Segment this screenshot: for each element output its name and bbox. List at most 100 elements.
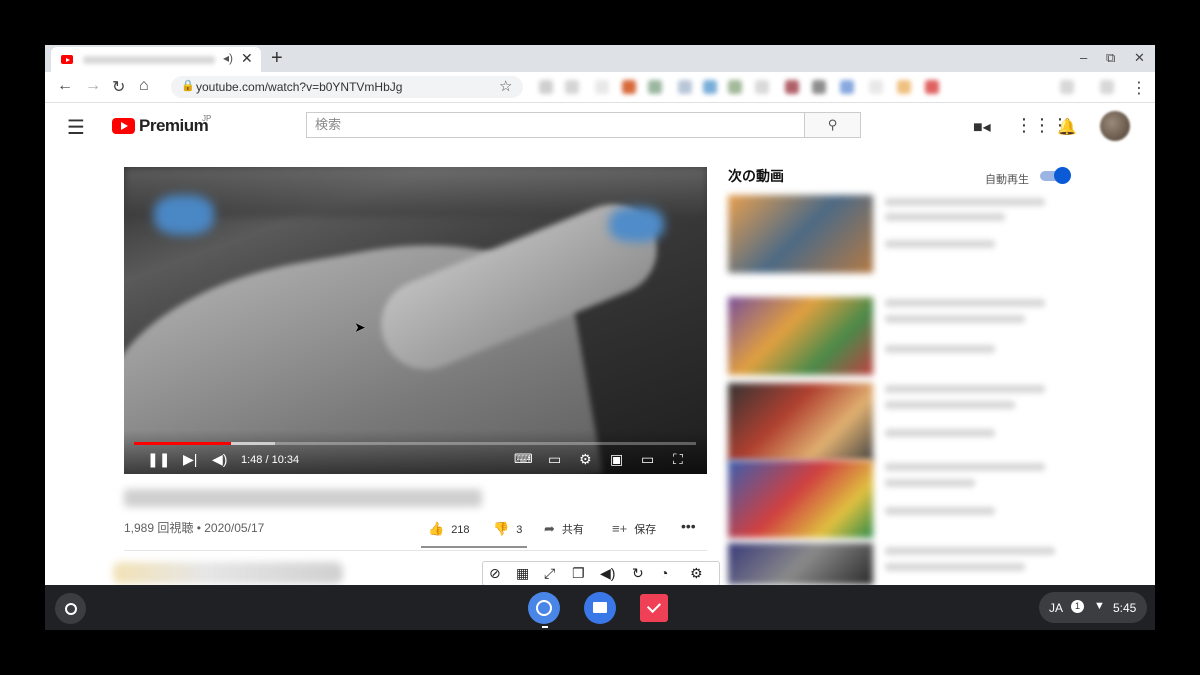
like-button[interactable]: 👍 218 — [428, 521, 470, 537]
film-icon[interactable]: ▦ — [516, 565, 529, 582]
extension-icon[interactable] — [703, 80, 717, 94]
video-title-blurred[interactable] — [885, 198, 1045, 206]
launcher-icon[interactable] — [55, 593, 86, 624]
share-button[interactable]: ➦ 共有 — [544, 521, 584, 537]
extension-icon[interactable] — [622, 80, 636, 94]
video-title-blurred[interactable] — [885, 299, 1045, 307]
channel-name-blurred — [885, 429, 995, 437]
extension-icon[interactable] — [869, 80, 883, 94]
search-button[interactable]: ⚲ — [804, 112, 861, 138]
thumbs-down-icon: 👎 — [493, 521, 510, 536]
extension-icon[interactable] — [565, 80, 579, 94]
dislike-button[interactable]: 👎 3 — [493, 521, 522, 537]
like-count: 218 — [451, 524, 470, 536]
save-button[interactable]: ≡+ 保存 — [612, 521, 656, 537]
forward-arrow-icon[interactable]: → — [85, 77, 101, 95]
youtube-header: ☰ Premium JP ⚲ ■◂ ⋮⋮⋮ 🔔 — [45, 103, 1155, 149]
extension-icon[interactable] — [785, 80, 799, 94]
video-title-blurred[interactable] — [885, 213, 1005, 221]
new-tab-button[interactable]: + — [271, 47, 283, 70]
volume-icon[interactable]: ◀) — [212, 452, 227, 466]
video-title-blurred[interactable] — [885, 401, 1015, 409]
create-video-icon[interactable]: ■◂ — [973, 117, 991, 137]
extension-icon[interactable] — [728, 80, 742, 94]
extension-icon[interactable] — [812, 80, 826, 94]
reload-icon[interactable]: ↻ — [112, 77, 125, 97]
video-title-blurred[interactable] — [885, 463, 1045, 471]
speed-gauge-icon[interactable]: ◔ — [660, 565, 668, 581]
lock-icon: 🔒 — [181, 80, 195, 92]
minimize-button[interactable]: ‒ — [1080, 50, 1087, 65]
video-frame-content — [609, 207, 664, 242]
more-actions-icon[interactable]: ••• — [681, 518, 696, 534]
restore-button[interactable]: ⧉ — [1106, 50, 1115, 66]
settings-gears-icon[interactable]: ⚙ — [690, 565, 703, 582]
video-thumbnail[interactable] — [728, 297, 873, 375]
theater-mode-icon[interactable]: ▭ — [641, 452, 654, 466]
miniplayer-icon[interactable]: ▣ — [610, 452, 623, 466]
search-input[interactable] — [307, 113, 803, 135]
video-thumbnail[interactable] — [728, 383, 873, 461]
extension-icon[interactable] — [595, 80, 609, 94]
copy-icon[interactable]: ❐ — [572, 565, 585, 582]
close-tab-icon[interactable]: ✕ — [241, 50, 253, 67]
search-box[interactable] — [306, 112, 806, 138]
extension-icon[interactable] — [925, 80, 939, 94]
ime-indicator: JA — [1049, 601, 1064, 615]
hamburger-menu-icon[interactable]: ☰ — [67, 115, 85, 140]
notification-count-badge: 1 — [1071, 600, 1084, 613]
video-thumbnail[interactable] — [728, 460, 873, 538]
channel-name-blurred — [885, 507, 995, 515]
volume-icon[interactable]: ◀) — [600, 565, 615, 582]
close-window-button[interactable]: ✕ — [1134, 50, 1145, 66]
expand-icon[interactable]: ⤢ — [544, 565, 555, 582]
video-thumbnail[interactable] — [728, 543, 873, 585]
next-video-icon[interactable]: ▶| — [183, 452, 197, 466]
avatar[interactable] — [1100, 111, 1130, 141]
progress-bar[interactable] — [134, 442, 231, 445]
extension-icon[interactable] — [1060, 80, 1074, 94]
fullscreen-icon[interactable]: ⛶ — [673, 452, 683, 466]
mouse-cursor-icon: ➤ — [354, 319, 366, 335]
speaker-icon[interactable]: ◂) — [223, 51, 233, 65]
settings-gear-icon[interactable]: ⚙ — [579, 452, 592, 466]
share-arrow-icon: ➦ — [544, 521, 555, 536]
channel-name-blurred — [885, 240, 995, 248]
autoplay-toggle[interactable] — [1040, 167, 1071, 184]
extension-icon[interactable] — [648, 80, 662, 94]
disable-icon[interactable]: ⊘ — [489, 565, 501, 582]
video-extension-toolbar: ⊘ ▦ ⤢ ❐ ◀) ↻ ◔ ⚙ — [482, 561, 720, 586]
video-title-blurred[interactable] — [885, 385, 1045, 393]
home-icon[interactable]: ⌂ — [139, 77, 149, 95]
back-arrow-icon[interactable]: ← — [57, 77, 73, 95]
extension-icon[interactable] — [539, 80, 553, 94]
files-app-icon[interactable] — [584, 592, 616, 624]
address-bar[interactable]: 🔒 youtube.com/watch?v=b0YNTVmHbJg ☆ — [171, 76, 523, 98]
bookmark-star-icon[interactable]: ☆ — [499, 77, 512, 95]
extension-icon[interactable] — [755, 80, 769, 94]
pocket-app-icon[interactable] — [640, 594, 668, 622]
video-thumbnail[interactable] — [728, 195, 873, 273]
extension-icon[interactable] — [1100, 80, 1114, 94]
video-title-blurred[interactable] — [885, 563, 1025, 571]
extension-icon[interactable] — [678, 80, 692, 94]
status-tray[interactable]: JA 1 ▼ 5:45 — [1039, 592, 1147, 623]
video-title-blurred[interactable] — [885, 479, 975, 487]
pause-icon[interactable]: ❚❚ — [147, 452, 170, 466]
extension-icon[interactable] — [840, 80, 854, 94]
os-shelf: JA 1 ▼ 5:45 — [45, 585, 1155, 630]
video-title-blurred[interactable] — [885, 315, 1025, 323]
tab-youtube[interactable]: ◂) ✕ — [51, 47, 261, 72]
loop-icon[interactable]: ↻ — [632, 565, 644, 582]
chrome-menu-icon[interactable]: ⋮ — [1131, 78, 1147, 98]
chrome-app-icon[interactable] — [528, 592, 560, 624]
subtitles-icon[interactable]: ▭ — [548, 452, 561, 466]
youtube-logo-icon[interactable] — [112, 118, 135, 134]
logo-text[interactable]: Premium — [139, 116, 209, 136]
video-title-blurred[interactable] — [885, 547, 1055, 555]
notifications-bell-icon[interactable]: 🔔 — [1057, 117, 1077, 137]
chrome-ring-icon — [536, 600, 552, 616]
video-player[interactable]: ➤ ❚❚ ▶| ◀) 1:48 / 10:34 ⌨ ▭ ⚙ ▣ ▭ ⛶ — [124, 167, 707, 474]
extension-icon[interactable] — [897, 80, 911, 94]
keyboard-icon[interactable]: ⌨ — [514, 452, 533, 466]
